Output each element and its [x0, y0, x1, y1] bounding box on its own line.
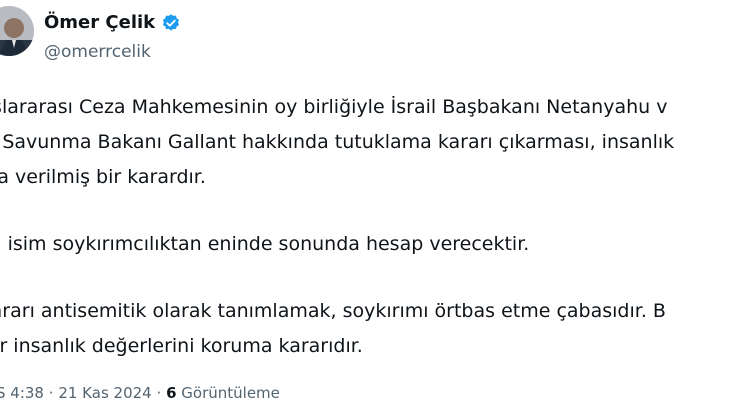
tweet-line: ki Savunma Bakanı Gallant hakkında tutuk… [0, 131, 675, 153]
meta-separator: · [156, 384, 162, 402]
tweet-line: uslararası Ceza Mahkemesinin oy birliğiy… [0, 96, 668, 118]
tweet-date[interactable]: 21 Kas 2024 [58, 384, 151, 402]
tweet-text: uslararası Ceza Mahkemesinin oy birliğiy… [0, 90, 740, 364]
meta-separator: · [48, 384, 54, 402]
tweet-card: Ömer Çelik @omerrcelik uslararası Ceza M… [0, 0, 740, 420]
user-handle[interactable]: @omerrcelik [44, 42, 151, 62]
display-name[interactable]: Ömer Çelik [44, 12, 181, 33]
avatar-image [0, 6, 34, 56]
views-count: 6 [166, 384, 177, 402]
tweet-meta: S 4:38 · 21 Kas 2024 · 6 Görüntüleme [0, 384, 280, 402]
tweet-line: iki isim soykırımcılıktan eninde sonunda… [0, 233, 530, 255]
views-label: Görüntüleme [181, 384, 280, 402]
tweet-line: kararı antisemitik olarak tanımlamak, so… [0, 300, 666, 322]
tweet-line: ına verilmiş bir karardır. [0, 166, 206, 188]
verified-badge-icon [163, 13, 180, 31]
display-name-text[interactable]: Ömer Çelik [44, 12, 155, 33]
tweet-time[interactable]: S 4:38 [0, 384, 44, 402]
avatar[interactable] [0, 6, 34, 56]
tweet-line: rar insanlık değerlerini koruma kararıdı… [0, 335, 363, 357]
